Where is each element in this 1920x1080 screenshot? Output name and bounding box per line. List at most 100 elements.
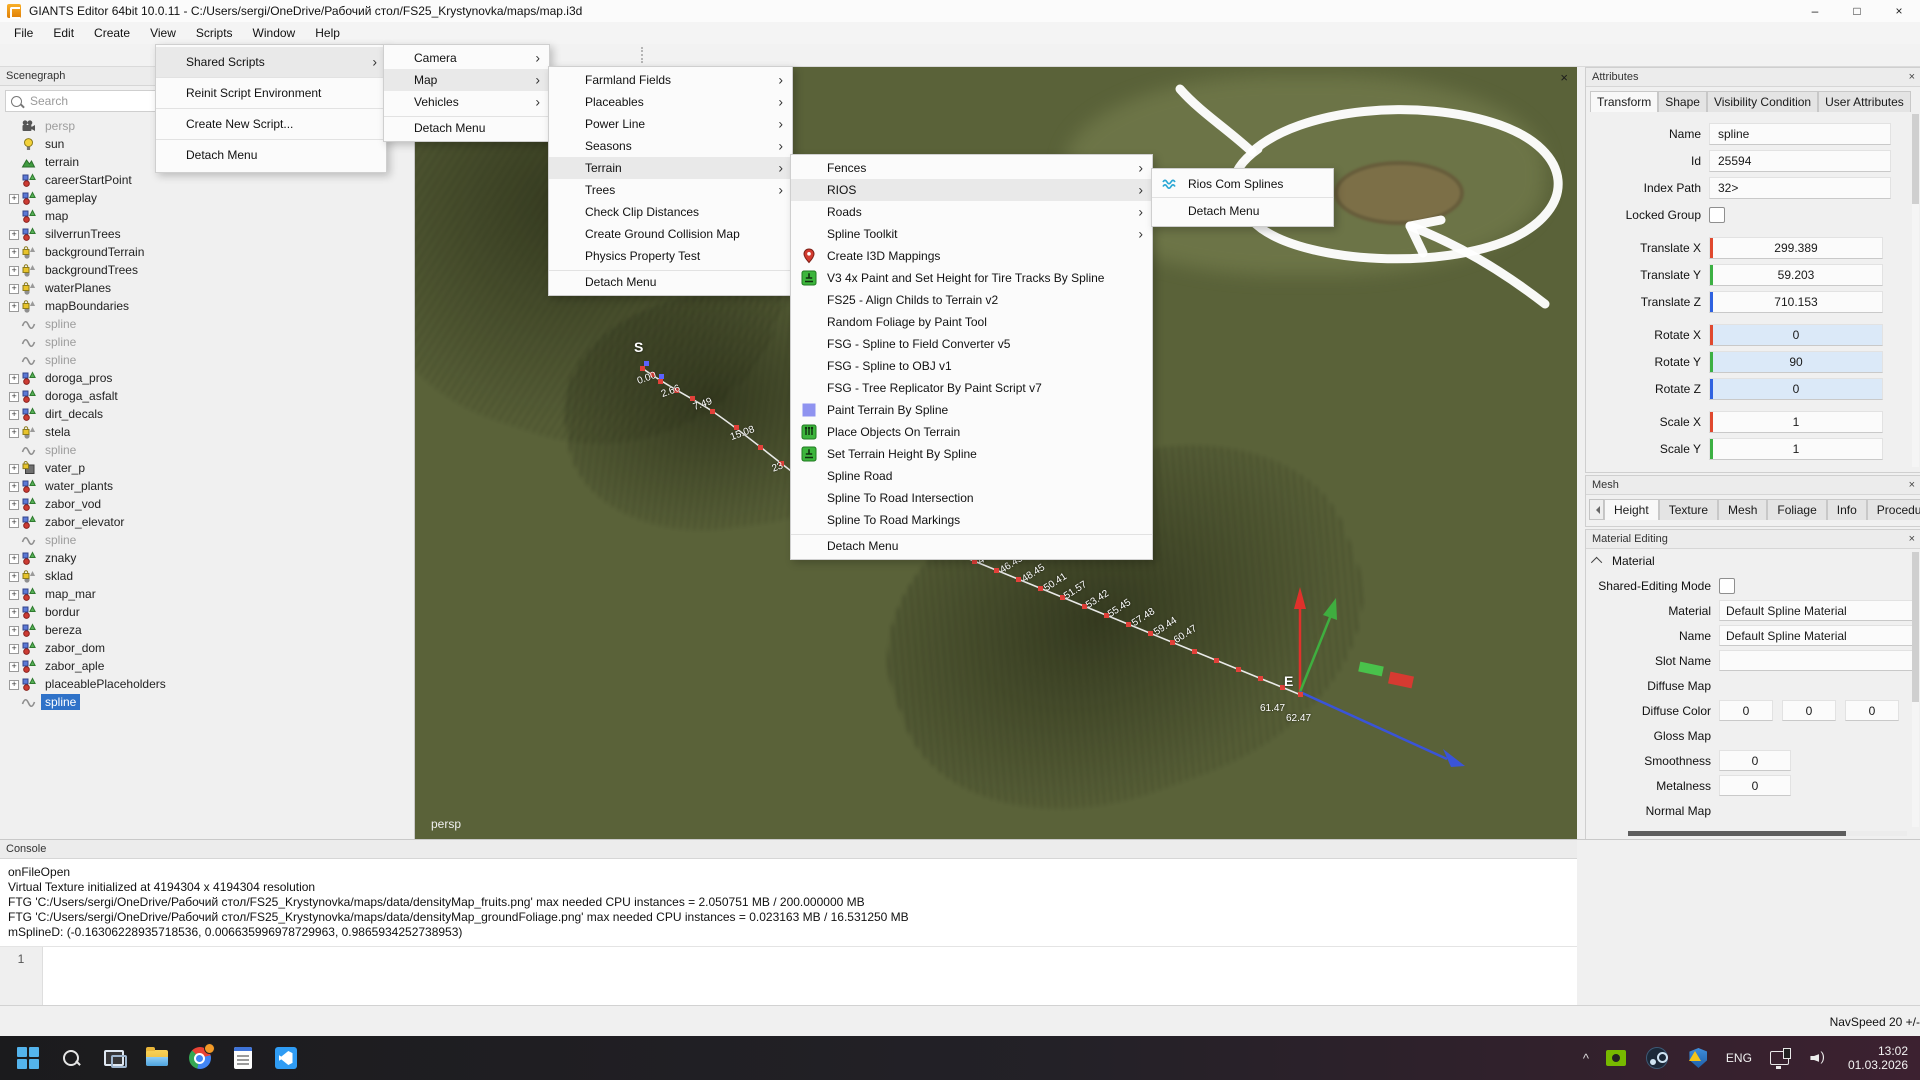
spline-control-point[interactable]	[1298, 692, 1303, 697]
scenegraph-item[interactable]: zabor_elevator	[7, 513, 414, 531]
spline-control-point[interactable]	[1126, 622, 1131, 627]
toolbar-icon[interactable]	[97, 46, 118, 64]
menu-item[interactable]: Reinit Script Environment	[156, 77, 386, 108]
expand-toggle-icon[interactable]	[7, 174, 20, 187]
expand-toggle-icon[interactable]	[7, 498, 20, 511]
menu-item[interactable]: Spline To Road Markings	[791, 509, 1152, 531]
scenegraph-item[interactable]: waterPlanes	[7, 279, 414, 297]
translate-z-field[interactable]: 710.153	[1709, 291, 1883, 313]
rotate-y-field[interactable]: 90	[1709, 351, 1883, 373]
tab[interactable]: Transform	[1590, 91, 1658, 112]
scenegraph-item[interactable]: map_mar	[7, 585, 414, 603]
scenegraph-item[interactable]: placeablePlaceholders	[7, 675, 414, 693]
diffuse-b-field[interactable]: 0	[1845, 700, 1899, 721]
panel-close-icon[interactable]: ×	[1909, 72, 1915, 83]
menubar-item[interactable]: Edit	[43, 22, 84, 44]
scenegraph-item[interactable]: spline	[7, 333, 414, 351]
material-select[interactable]: Default Spline Material	[1719, 600, 1917, 621]
menubar-item[interactable]: Create	[84, 22, 140, 44]
attributes-scrollbar[interactable]	[1912, 114, 1919, 467]
start-button[interactable]	[14, 1045, 41, 1072]
expand-toggle-icon[interactable]	[7, 120, 20, 133]
tab[interactable]: Info	[1827, 499, 1867, 520]
menu-item[interactable]: Rios Com Splines	[1152, 171, 1333, 197]
spline-control-point[interactable]	[1192, 649, 1197, 654]
expand-toggle-icon[interactable]	[7, 354, 20, 367]
menu-item[interactable]: V3 4x Paint and Set Height for Tire Trac…	[791, 267, 1152, 289]
spline-control-point[interactable]	[658, 379, 663, 384]
expand-toggle-icon[interactable]	[7, 588, 20, 601]
scenegraph-item[interactable]: doroga_asfalt	[7, 387, 414, 405]
toolbar-icon[interactable]	[74, 46, 95, 64]
spline-control-point[interactable]	[1148, 631, 1153, 636]
search-taskbar-icon[interactable]	[57, 1045, 84, 1072]
file-explorer-icon[interactable]	[143, 1045, 170, 1072]
scenegraph-item[interactable]: zabor_aple	[7, 657, 414, 675]
id-field[interactable]: 25594	[1709, 150, 1891, 172]
slot-name-field[interactable]	[1719, 650, 1917, 671]
expand-toggle-icon[interactable]	[7, 480, 20, 493]
expand-toggle-icon[interactable]	[7, 318, 20, 331]
touch-keyboard-icon[interactable]	[1766, 1045, 1793, 1072]
expand-toggle-icon[interactable]	[7, 372, 20, 385]
menubar-item[interactable]: Scripts	[186, 22, 243, 44]
scenegraph-item[interactable]: water_plants	[7, 477, 414, 495]
menu-item[interactable]: Map	[384, 69, 549, 91]
menu-item[interactable]: Detach Menu	[791, 534, 1152, 557]
scenegraph-item[interactable]: spline	[7, 351, 414, 369]
menu-item[interactable]: Camera	[384, 47, 549, 69]
spline-control-point[interactable]	[1258, 676, 1263, 681]
menu-item[interactable]: Check Clip Distances	[549, 201, 792, 223]
scenegraph-item[interactable]: doroga_pros	[7, 369, 414, 387]
expand-toggle-icon[interactable]	[7, 264, 20, 277]
expand-toggle-icon[interactable]	[7, 192, 20, 205]
menu-item[interactable]: Detach Menu	[384, 116, 549, 139]
translate-y-field[interactable]: 59.203	[1709, 264, 1883, 286]
menu-item[interactable]: Detach Menu	[549, 270, 792, 293]
scenegraph-item[interactable]: dirt_decals	[7, 405, 414, 423]
close-button[interactable]: ×	[1878, 0, 1920, 22]
scenegraph-item[interactable]: vater_p	[7, 459, 414, 477]
spline-control-point[interactable]	[1236, 667, 1241, 672]
expand-toggle-icon[interactable]	[7, 534, 20, 547]
expand-toggle-icon[interactable]	[7, 624, 20, 637]
scenegraph-item[interactable]: silverrunTrees	[7, 225, 414, 243]
toolbar-icon[interactable]	[592, 46, 613, 64]
expand-toggle-icon[interactable]	[7, 696, 20, 709]
tray-expand-icon[interactable]: ^	[1583, 1051, 1589, 1066]
expand-toggle-icon[interactable]	[7, 210, 20, 223]
vscode-icon[interactable]	[272, 1045, 299, 1072]
expand-toggle-icon[interactable]	[7, 408, 20, 421]
expand-toggle-icon[interactable]	[7, 390, 20, 403]
toolbar-icon[interactable]	[701, 46, 722, 64]
notepad-icon[interactable]	[229, 1045, 256, 1072]
menu-item[interactable]: Set Terrain Height By Spline	[791, 443, 1152, 465]
translate-x-field[interactable]: 299.389	[1709, 237, 1883, 259]
menu-item[interactable]: FSG - Spline to Field Converter v5	[791, 333, 1152, 355]
scenegraph-item[interactable]: careerStartPoint	[7, 171, 414, 189]
scale-x-field[interactable]: 1	[1709, 411, 1883, 433]
menu-item[interactable]: RIOS	[791, 179, 1152, 201]
menu-item[interactable]: Create New Script...	[156, 108, 386, 139]
menubar-item[interactable]: Window	[243, 22, 306, 44]
name-field[interactable]: spline	[1709, 123, 1891, 145]
scenegraph-item[interactable]: bereza	[7, 621, 414, 639]
script-editor[interactable]: 1	[0, 946, 1577, 1006]
menu-item[interactable]: Farmland Fields	[549, 69, 792, 91]
scenegraph-item[interactable]: bordur	[7, 603, 414, 621]
menu-item[interactable]: FSG - Spline to OBJ v1	[791, 355, 1152, 377]
toolbar-icon[interactable]	[28, 46, 49, 64]
menu-item[interactable]: Spline Road	[791, 465, 1152, 487]
scenegraph-item[interactable]: backgroundTrees	[7, 261, 414, 279]
menu-item[interactable]: Vehicles	[384, 91, 549, 113]
expand-toggle-icon[interactable]	[7, 444, 20, 457]
toolbar-icon[interactable]	[724, 46, 745, 64]
expand-toggle-icon[interactable]	[7, 516, 20, 529]
scenegraph-item[interactable]: spline	[7, 531, 414, 549]
maximize-button[interactable]: □	[1836, 0, 1878, 22]
smoothness-field[interactable]: 0	[1719, 750, 1791, 771]
index-path-field[interactable]: 32>	[1709, 177, 1891, 199]
volume-icon[interactable]	[1807, 1045, 1834, 1072]
expand-toggle-icon[interactable]	[7, 336, 20, 349]
toolbar-icon[interactable]	[678, 46, 699, 64]
